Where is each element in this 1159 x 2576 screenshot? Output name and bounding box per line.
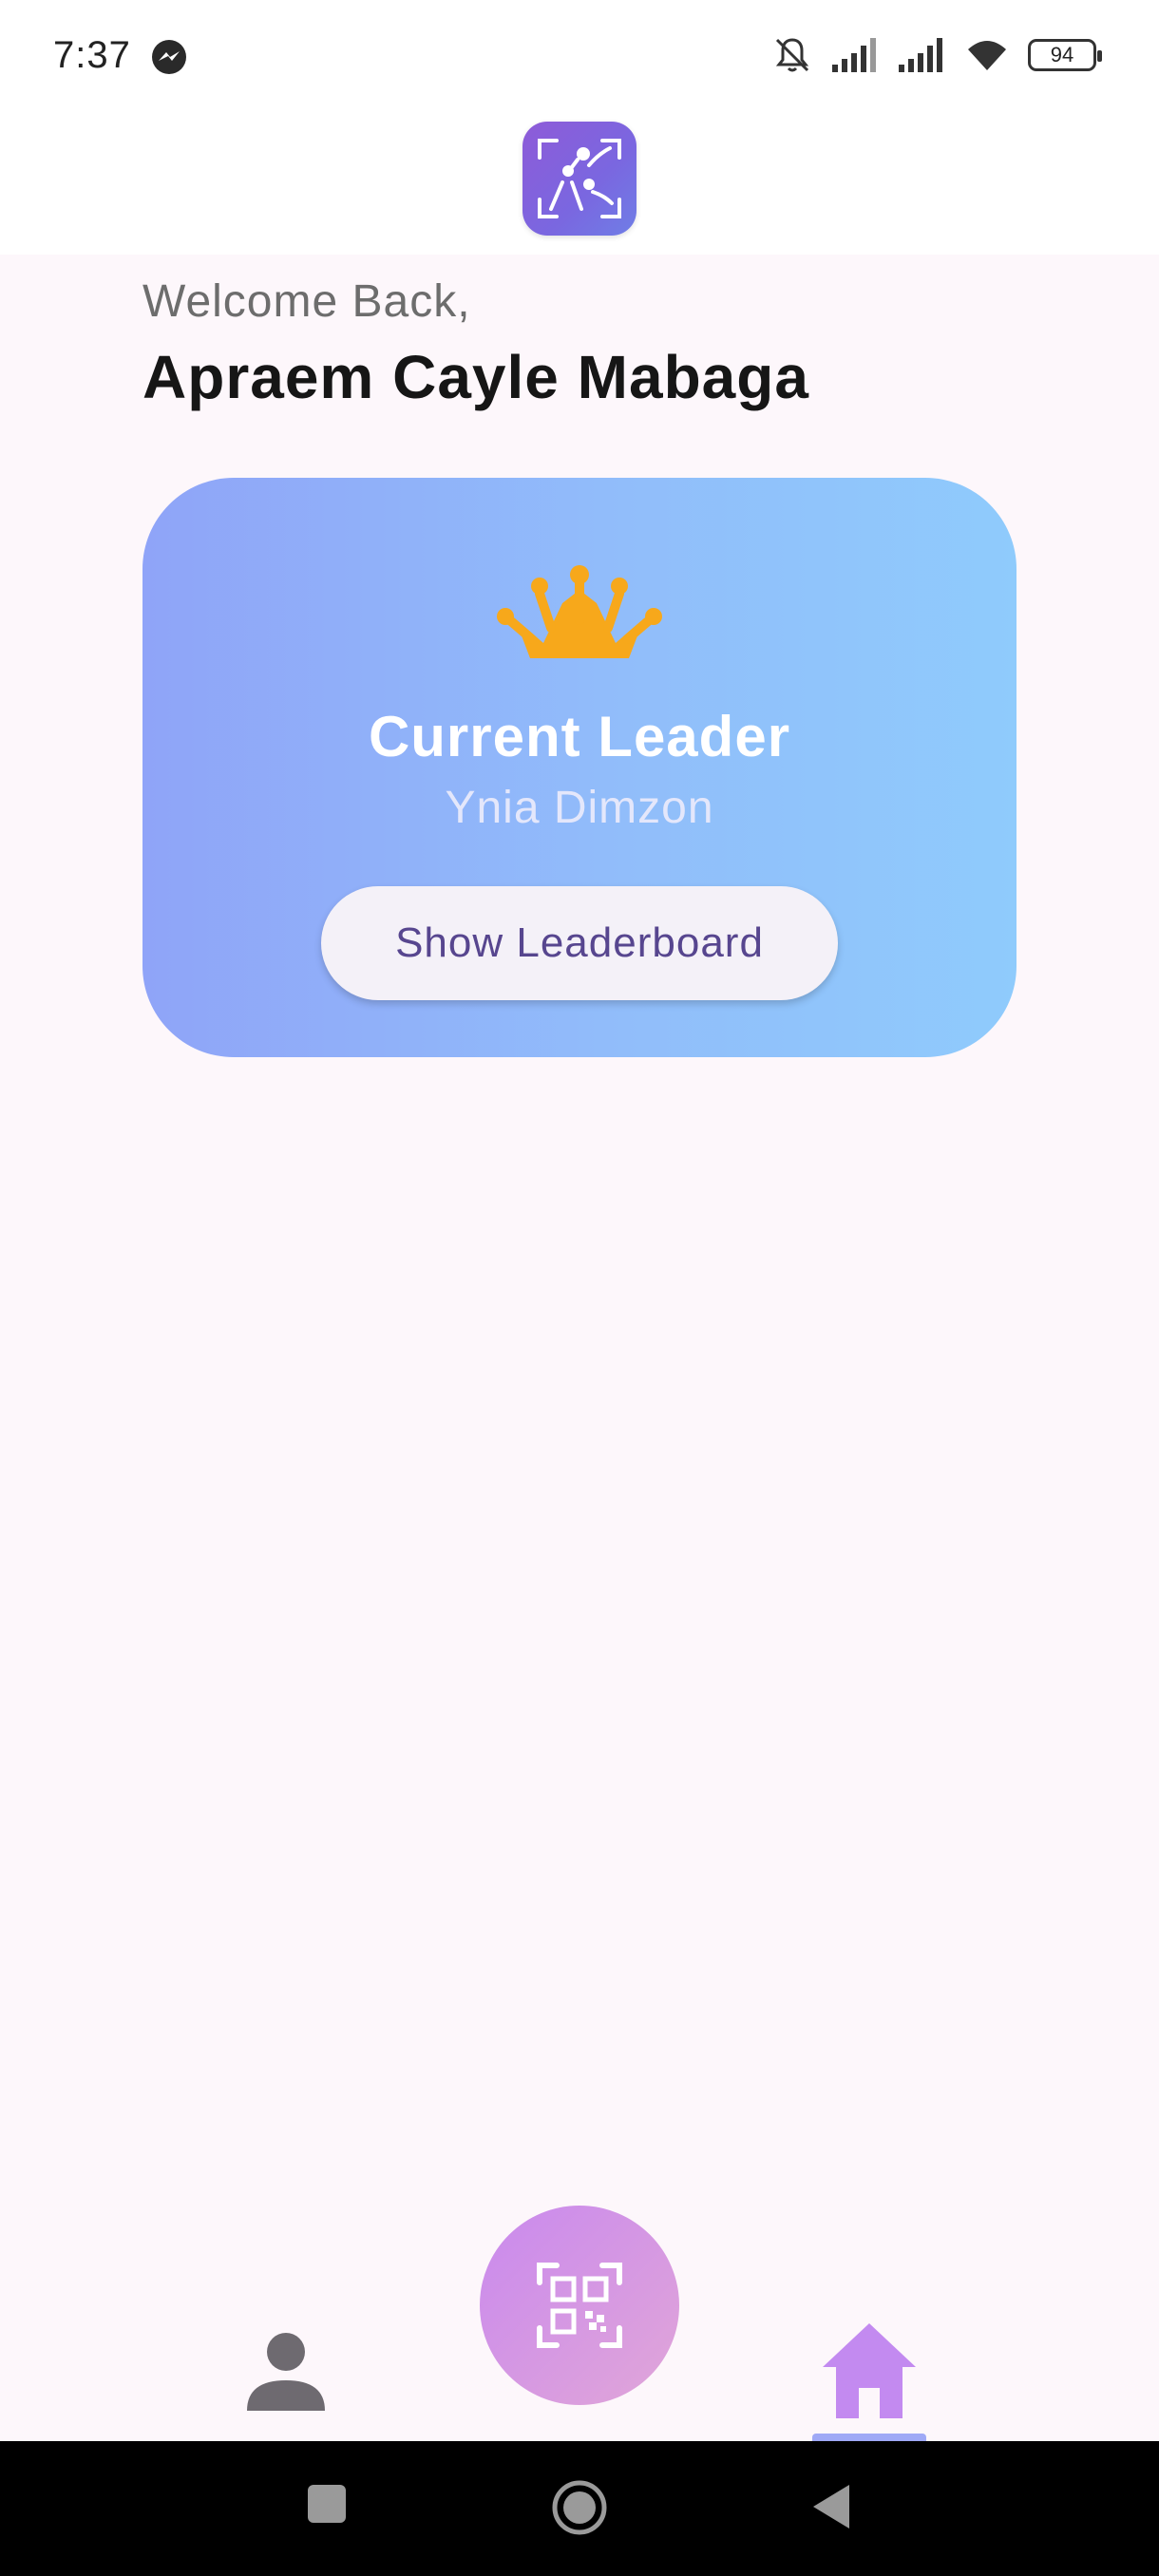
qr-scan-button[interactable] xyxy=(480,2206,679,2405)
leader-name: Ynia Dimzon xyxy=(445,783,714,833)
current-leader-card: Current Leader Ynia Dimzon Show Leaderbo… xyxy=(142,478,1016,1057)
signal-icon xyxy=(832,38,876,72)
status-time: 7:37 xyxy=(53,34,131,76)
recents-button[interactable] xyxy=(306,2483,348,2525)
signal-icon xyxy=(899,38,942,72)
home-icon[interactable] xyxy=(817,2318,922,2422)
system-nav-bar xyxy=(0,2441,1159,2576)
status-bar: 7:37 94 xyxy=(0,0,1159,114)
user-name: Apraem Cayle Mabaga xyxy=(142,343,809,411)
battery-icon: 94 xyxy=(1028,39,1102,71)
welcome-text: Welcome Back, xyxy=(142,276,471,327)
app-header xyxy=(0,114,1159,255)
app-logo xyxy=(522,122,636,236)
back-button[interactable] xyxy=(809,2483,851,2530)
show-leaderboard-button[interactable]: Show Leaderboard xyxy=(321,886,838,1000)
qr-scan-icon xyxy=(537,2263,622,2348)
logo-icon xyxy=(538,139,621,218)
wifi-icon xyxy=(968,41,1006,70)
leader-title: Current Leader xyxy=(368,705,791,768)
battery-level: 94 xyxy=(1050,43,1074,66)
messenger-icon xyxy=(152,40,186,74)
home-system-button[interactable] xyxy=(551,2479,608,2536)
crown-icon xyxy=(497,565,662,658)
active-tab-indicator xyxy=(812,2434,926,2441)
profile-icon[interactable] xyxy=(243,2327,329,2413)
status-icons: 94 xyxy=(771,34,1102,76)
bell-off-icon xyxy=(775,38,809,72)
